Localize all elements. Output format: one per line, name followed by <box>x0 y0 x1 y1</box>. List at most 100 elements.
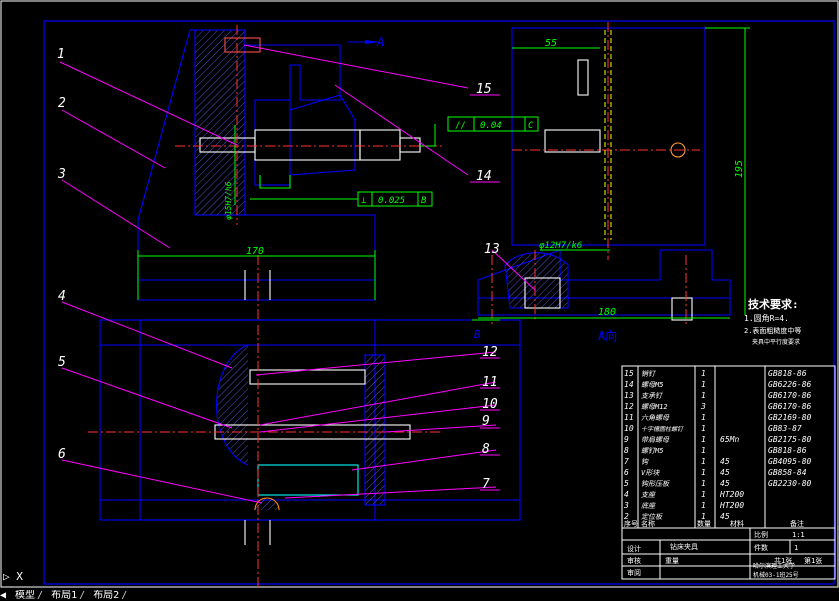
tech-req-line-1: 1.圆角R=4. <box>744 313 789 323</box>
weight-label: 重量 <box>665 557 679 565</box>
balloon-1: 1 <box>57 47 65 62</box>
reviewer-label: 审阅 <box>627 568 641 577</box>
sheet-outer-border <box>0 0 839 588</box>
scale-value: 1:1 <box>792 531 805 539</box>
tol-parallel-value: 0.04 <box>480 121 502 131</box>
svg-text:3: 3 <box>700 402 706 411</box>
svg-text:GB858-84: GB858-84 <box>768 468 807 477</box>
tech-req-title: 技术要求: <box>748 297 799 311</box>
drawing-text: A A向 170 180 55 195 φ12H7/k6 φ15H7/h6 //… <box>3 35 822 583</box>
bom-header: 序号 名称 数量 材料 备注 <box>624 519 804 528</box>
svg-text:7: 7 <box>624 457 629 466</box>
drawing-name: 钻床夹具 <box>670 542 698 551</box>
svg-text:1: 1 <box>701 380 706 389</box>
balloon-10: 10 <box>482 397 498 412</box>
tab-nav-left-icon[interactable]: ◀ <box>0 590 7 601</box>
count-value: 1 <box>794 544 798 552</box>
svg-text:GB2169-80: GB2169-80 <box>768 413 812 422</box>
balloon-6: 6 <box>58 447 66 462</box>
dim-170-text: 170 <box>246 246 264 257</box>
top-centerlines <box>88 325 440 598</box>
tol-perp-value: 0.025 <box>378 196 405 206</box>
svg-text:HT200: HT200 <box>719 501 744 510</box>
svg-text:1: 1 <box>701 391 706 400</box>
svg-text:1: 1 <box>701 479 706 488</box>
svg-text:GB2175-80: GB2175-80 <box>768 435 812 444</box>
balloon-15: 15 <box>476 82 492 97</box>
checker-label: 审核 <box>627 556 641 565</box>
dim-195-text: 195 <box>734 160 745 178</box>
svg-text:1: 1 <box>701 457 706 466</box>
svg-text:1: 1 <box>701 468 706 477</box>
sheet-number: 第1张 <box>804 556 822 565</box>
svg-text:14: 14 <box>624 380 634 389</box>
front-clamp-column <box>254 99 291 186</box>
bom-row-9: 9 带肩螺母 1 65Mn GB2175-80 <box>624 435 812 444</box>
svg-text:材料: 材料 <box>730 519 744 528</box>
front-v-block <box>259 175 291 189</box>
dim-180-text: 180 <box>598 307 616 318</box>
top-hatched-arc <box>216 344 249 466</box>
svg-text:3: 3 <box>623 501 629 510</box>
section-marker: A <box>376 35 384 49</box>
top-stud-upper <box>249 369 366 385</box>
side-hook <box>544 129 601 153</box>
svg-text:支座: 支座 <box>641 491 656 499</box>
svg-text:备注: 备注 <box>790 519 804 528</box>
dim-55-text: 55 <box>545 38 557 49</box>
balloon-leaders <box>59 44 536 504</box>
bom-row-11: 11 六角螺母 1 GB2169-80 <box>624 413 812 422</box>
designer-label: 设计 <box>627 544 641 553</box>
bom-row-2: 2 定位板 1 45 <box>624 512 730 521</box>
svg-text:序号: 序号 <box>624 519 638 528</box>
cad-drawing-canvas[interactable]: A A向 170 180 55 195 φ12H7/k6 φ15H7/h6 //… <box>0 0 839 601</box>
front-screw-body <box>254 129 361 161</box>
svg-text:1: 1 <box>701 369 706 378</box>
command-prompt[interactable]: ▷ X <box>3 570 23 583</box>
svg-text:6: 6 <box>624 468 629 477</box>
bom-rows: 15 销钉 1 GB818-86 14 螺母M5 1 GB6226-86 1 3 支承钉 1 GB6… <box>623 369 812 528</box>
svg-text:GB2230-80: GB2230-80 <box>768 479 812 488</box>
svg-text:11: 11 <box>624 413 634 422</box>
tol-parallel-symbol: // <box>455 121 466 131</box>
tab-layout-1[interactable]: 布局1 <box>49 590 79 601</box>
svg-text:15: 15 <box>624 369 634 378</box>
svg-text:十字槽圆柱螺钉: 十字槽圆柱螺钉 <box>641 425 684 433</box>
svg-text:钩: 钩 <box>641 458 649 466</box>
svg-text:支承钉: 支承钉 <box>641 392 664 400</box>
tech-req-line-2: 2.表面粗糙度中等 <box>744 326 801 335</box>
tol-perp-datum: B <box>421 196 427 206</box>
svg-text:销钉: 销钉 <box>641 370 657 378</box>
svg-text:45: 45 <box>720 512 730 521</box>
balloon-14: 14 <box>476 169 492 184</box>
count-label: 件数 <box>754 543 768 552</box>
balloon-12: 12 <box>482 345 498 360</box>
svg-text:六角螺母: 六角螺母 <box>641 414 670 422</box>
school-name: 哈尔滨理工大学 <box>753 562 795 570</box>
bom-row-4: 4 支座 1 HT200 <box>624 490 744 499</box>
svg-text:钩形压板: 钩形压板 <box>641 480 670 488</box>
svg-text:1: 1 <box>701 501 706 510</box>
svg-text:GB6170-86: GB6170-86 <box>768 402 812 411</box>
scale-label: 比例 <box>754 530 768 539</box>
svg-text:4: 4 <box>624 490 629 499</box>
tab-model[interactable]: 模型 <box>13 590 37 601</box>
svg-text:GB818-86: GB818-86 <box>768 369 807 378</box>
svg-text:数量: 数量 <box>697 519 711 528</box>
tab-separator: / <box>79 590 86 601</box>
svg-text:45: 45 <box>720 479 730 488</box>
side-hatched-boss <box>504 252 569 309</box>
tab-layout-2[interactable]: 布局2 <box>91 590 121 601</box>
svg-text:8: 8 <box>624 446 629 455</box>
top-base-plate <box>99 319 521 521</box>
balloon-13: 13 <box>484 242 500 257</box>
bom-row-5: 5 钩形压板 1 45 GB2230-80 <box>624 479 812 488</box>
svg-text:V形块: V形块 <box>641 469 660 477</box>
svg-text:HT200: HT200 <box>719 490 744 499</box>
top-hatched-right <box>364 354 386 506</box>
top-slide-block <box>257 464 359 496</box>
tol-perp-symbol: ⊥ <box>361 196 367 206</box>
dim-bore-fit: φ12H7/k6 <box>539 241 582 251</box>
layout-tab-bar: ◀ 模型 / 布局1/ 布局2/ <box>0 590 839 601</box>
bom-row-14: 14 螺母M5 1 GB6226-86 <box>624 380 812 389</box>
